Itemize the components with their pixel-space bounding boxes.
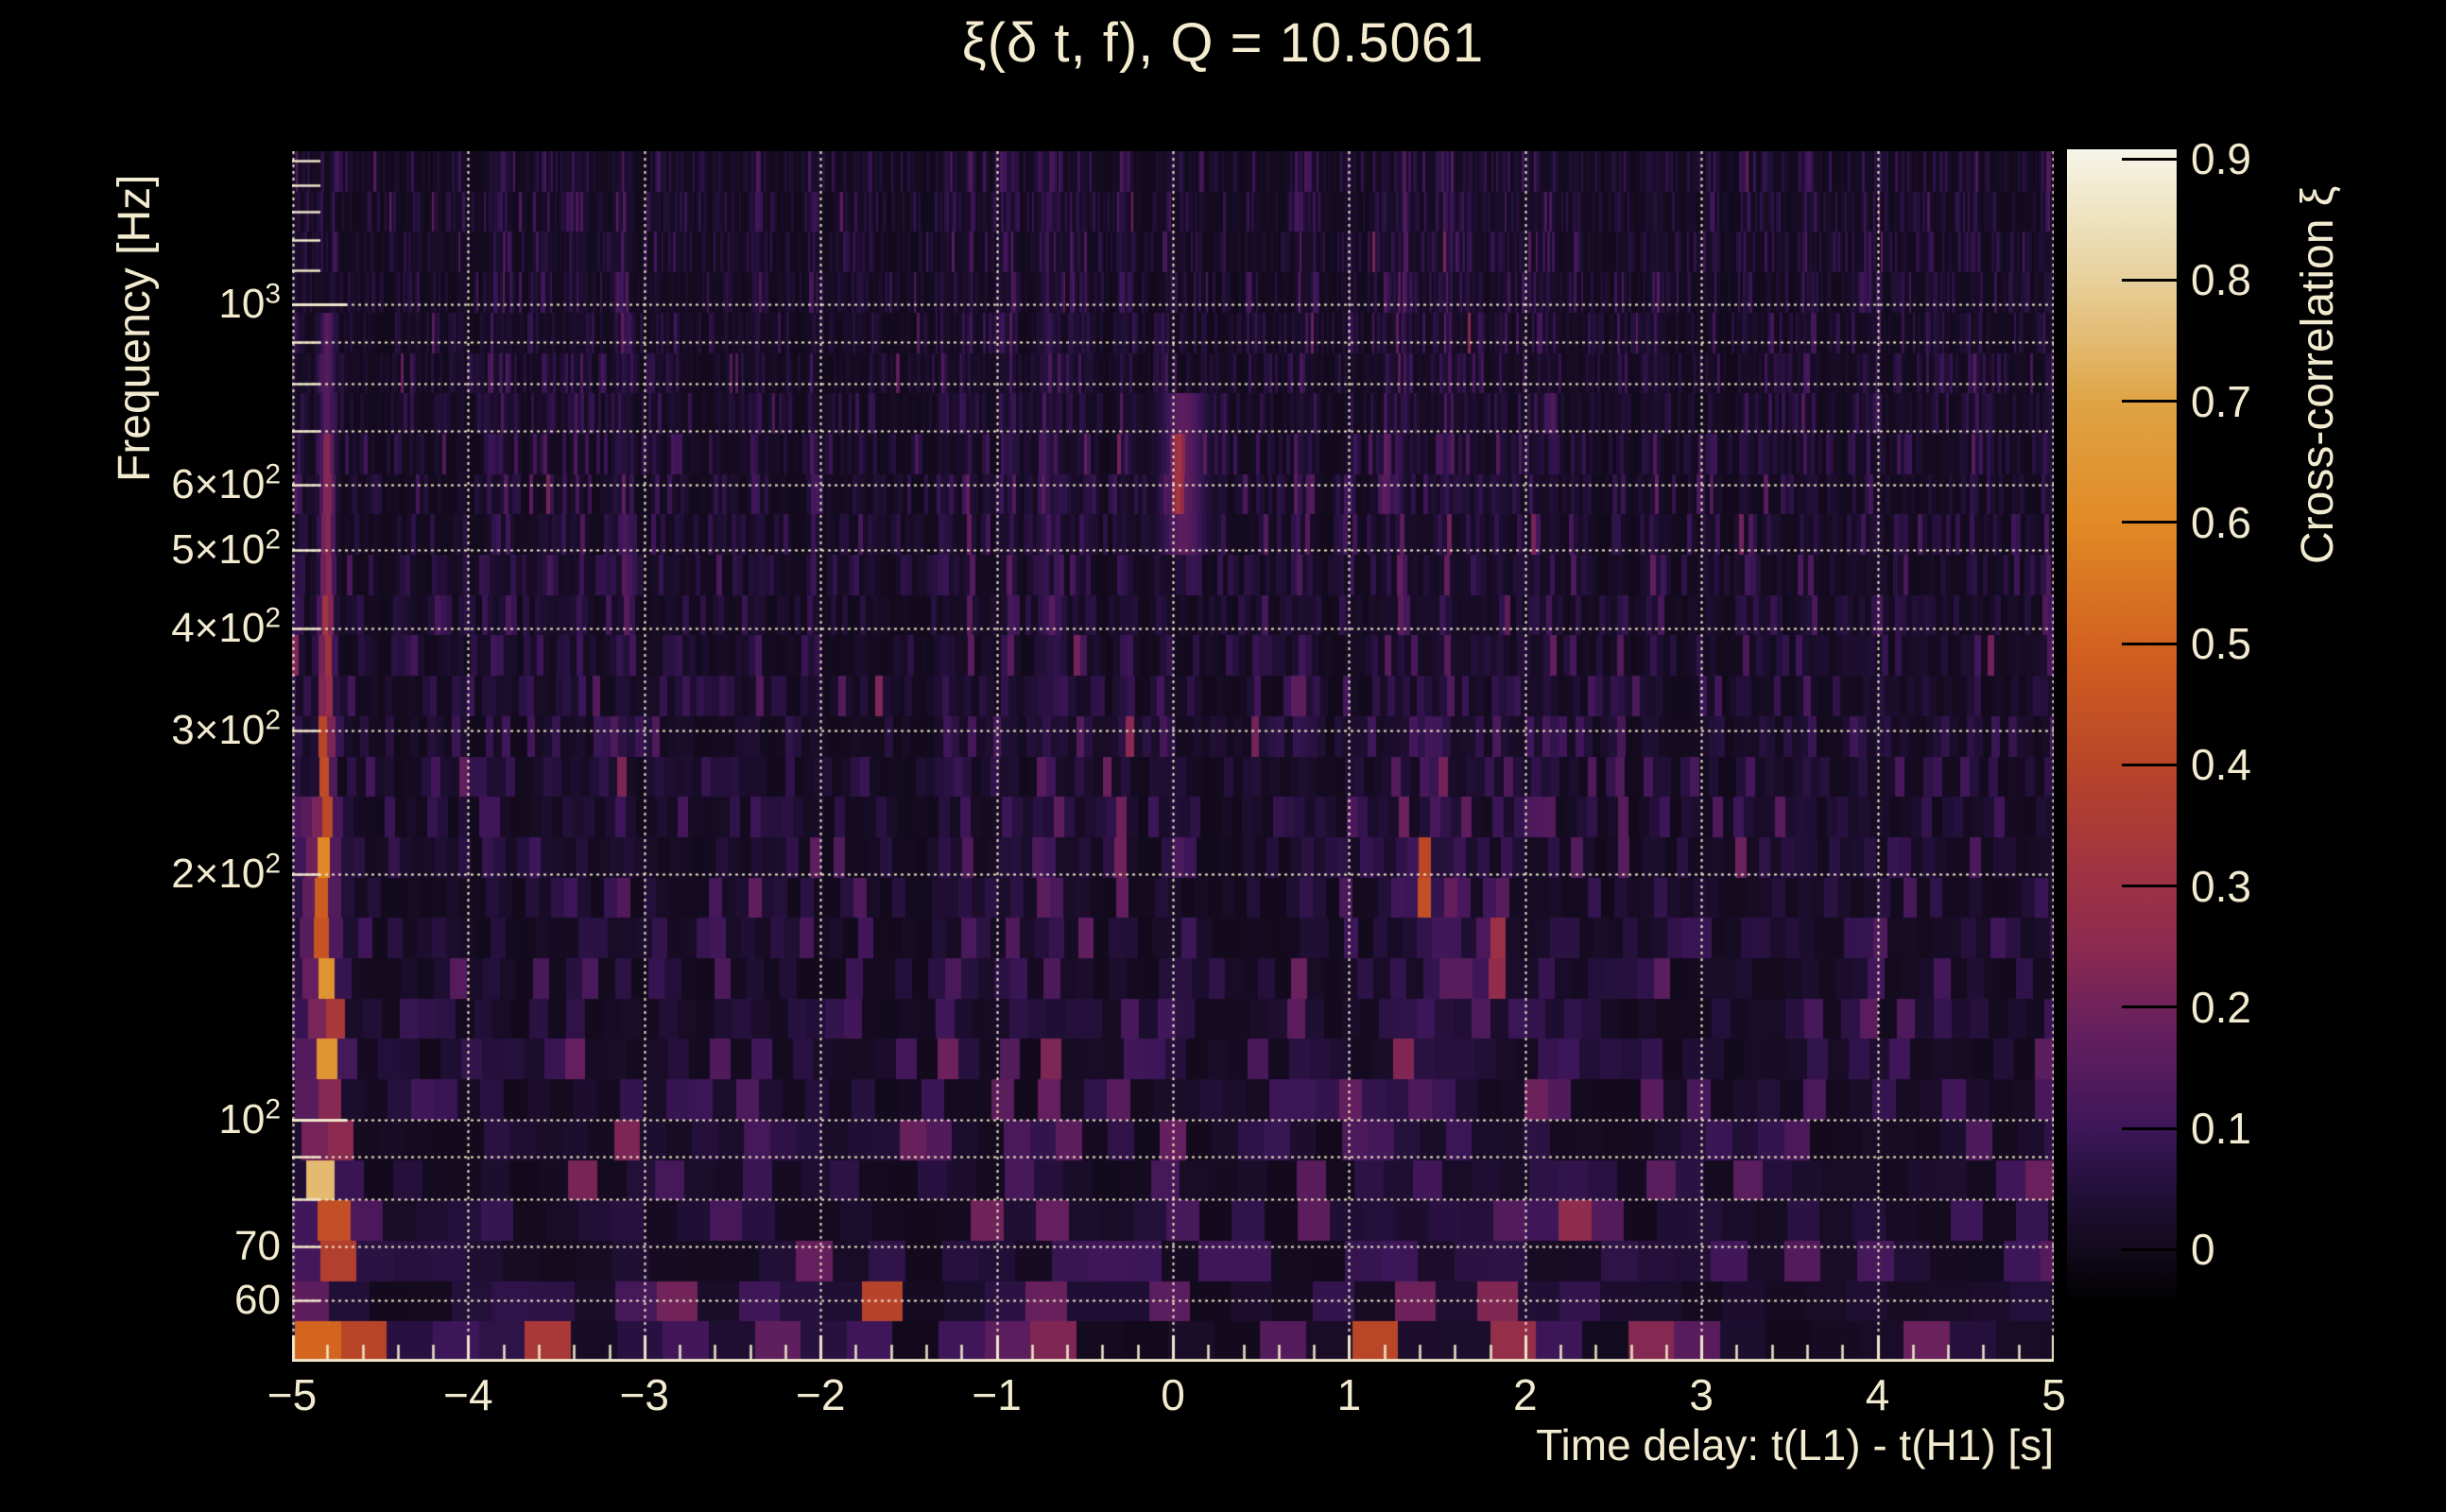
- x-tick-label: −5: [267, 1370, 318, 1419]
- colorbar-tick-label: 0.6: [2191, 497, 2251, 547]
- chart-title: ξ(δ t, f), Q = 10.5061: [961, 12, 1485, 74]
- colorbar-tick-label: 0.7: [2191, 376, 2251, 426]
- x-tick-label: 4: [1865, 1370, 1890, 1419]
- colorbar: [2067, 149, 2177, 1304]
- colorbar-tick-label: 0.3: [2191, 861, 2251, 911]
- y-tick-label: 3×102: [171, 704, 281, 754]
- x-tick-label: 3: [1689, 1370, 1714, 1419]
- colorbar-tick-label: 0: [2191, 1225, 2215, 1275]
- colorbar-tick: [2122, 157, 2177, 161]
- y-tick-label: 2×102: [171, 848, 281, 898]
- colorbar-tick-label: 0.5: [2191, 619, 2251, 669]
- x-tick-label: −1: [972, 1370, 1022, 1419]
- y-tick-label: 4×102: [171, 602, 281, 652]
- y-tick-label: 70: [234, 1222, 281, 1269]
- x-tick-label: 5: [2041, 1370, 2066, 1419]
- x-tick-label: −2: [795, 1370, 846, 1419]
- colorbar-tick: [2122, 521, 2177, 524]
- figure: ξ(δ t, f), Q = 10.5061 Frequency [Hz] 10…: [0, 0, 2446, 1512]
- x-tick-label: −4: [443, 1370, 493, 1419]
- x-axis-title: Time delay: t(L1) - t(H1) [s]: [1536, 1420, 2054, 1469]
- colorbar-tick-label: 0.9: [2191, 134, 2251, 184]
- y-tick-label: 6×102: [171, 458, 281, 508]
- colorbar-tick: [2122, 278, 2177, 282]
- colorbar-tick: [2122, 763, 2177, 766]
- colorbar-tick-label: 0.1: [2191, 1104, 2251, 1154]
- colorbar-tick: [2122, 642, 2177, 645]
- colorbar-tick: [2122, 400, 2177, 404]
- y-tick-label: 102: [218, 1093, 281, 1143]
- x-tick-label: −3: [619, 1370, 670, 1419]
- y-tick-label: 103: [218, 278, 281, 328]
- colorbar-tick: [2122, 1005, 2177, 1009]
- x-tick-label: 2: [1513, 1370, 1538, 1419]
- heatmap-plot-area: [292, 151, 2054, 1362]
- y-tick-label: 5×102: [171, 524, 281, 573]
- x-tick-label: 1: [1336, 1370, 1362, 1419]
- colorbar-tick: [2122, 1126, 2177, 1130]
- colorbar-tick-label: 0.4: [2191, 740, 2251, 790]
- colorbar-tick-label: 0.8: [2191, 255, 2251, 305]
- colorbar-title: Cross-correlation ξ: [2293, 185, 2343, 564]
- colorbar-tick: [2122, 885, 2177, 888]
- colorbar-tick: [2122, 1247, 2177, 1251]
- x-tick-label: 0: [1161, 1370, 1185, 1419]
- y-tick-label: 60: [234, 1277, 281, 1324]
- colorbar-tick-label: 0.2: [2191, 982, 2251, 1032]
